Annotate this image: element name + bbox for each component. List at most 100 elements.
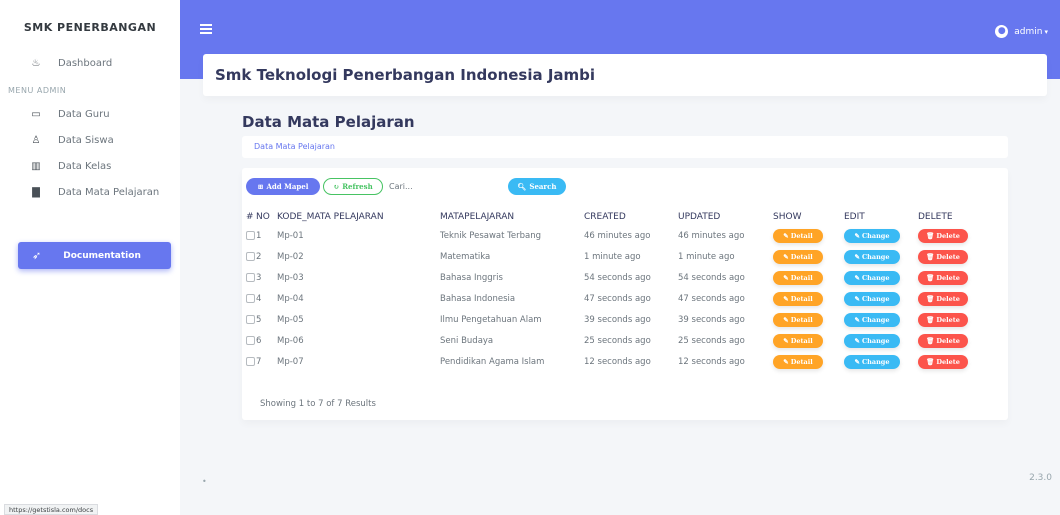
search-input[interactable] [385,178,502,195]
sidebar-item-label: Data Siswa [58,134,114,146]
delete-button[interactable]: 🗑︎ Delete [918,333,968,348]
cell-mapel: Matematika [440,251,491,262]
breadcrumb-item[interactable]: Data Mata Pelajaran [254,142,335,151]
detail-label: Detail [790,357,813,366]
fire-icon: ♨ [31,57,41,69]
brand-title[interactable]: SMK PENERBANGAN [0,0,180,55]
sidebar-item-data-mata-pelajaran[interactable]: ▇ Data Mata Pelajaran [0,179,180,205]
search-button[interactable]: 🔍︎ Search [508,178,566,195]
sidebar-item-data-kelas[interactable]: ▥ Data Kelas [0,153,180,179]
change-button[interactable]: ✎ Change [844,270,900,285]
sidebar-item-label: Data Guru [58,108,110,120]
trash-icon: 🗑︎ [926,336,935,345]
trash-icon: 🗑︎ [926,252,935,261]
cell-kode: Mp-02 [277,251,304,262]
cell-created: 1 minute ago [584,251,641,262]
sidebar-item-data-siswa[interactable]: ♙ Data Siswa [0,127,180,153]
row-checkbox[interactable] [246,335,255,345]
refresh-button[interactable]: ↻ Refresh [323,178,383,195]
cell-mapel: Seni Budaya [440,335,494,346]
change-button[interactable]: ✎ Change [844,312,900,327]
delete-label: Delete [936,315,960,324]
delete-button[interactable]: 🗑︎ Delete [918,228,968,243]
edit-icon: ✎ [783,315,789,324]
row-checkbox[interactable] [246,272,255,282]
detail-button[interactable]: ✎ Detail [773,354,823,369]
col-no: NO [256,211,270,222]
sidebar-item-label: Data Kelas [58,160,112,172]
col-show: SHOW [773,211,802,222]
change-button[interactable]: ✎ Change [844,228,900,243]
detail-button[interactable]: ✎ Detail [773,291,823,306]
table-row: 4 Mp-04 Bahasa Indonesia 47 seconds ago 47 s… [242,288,1008,309]
detail-button[interactable]: ✎ Detail [773,270,823,285]
cell-updated: 1 minute ago [678,251,735,262]
cell-created: 12 seconds ago [584,356,651,367]
version-label: 2.3.0 [1029,473,1052,483]
detail-button[interactable]: ✎ Detail [773,249,823,264]
delete-button[interactable]: 🗑︎ Delete [918,270,968,285]
user-menu[interactable]: ● admin ▾ [995,25,1048,38]
add-mapel-button[interactable]: ⊞ Add Mapel [246,178,320,195]
change-label: Change [861,273,890,282]
delete-button[interactable]: 🗑︎ Delete [918,249,968,264]
cell-created: 46 minutes ago [584,230,651,241]
edit-icon: ✎ [854,357,860,366]
status-bar-url: https://getstisla.com/docs [4,504,99,515]
edit-icon: ✎ [783,294,789,303]
mapel-table: # NO KODE_MATA PELAJARAN MATAPELAJARAN C… [242,208,1008,372]
change-label: Change [861,252,890,261]
delete-label: Delete [936,357,960,366]
cell-no: 2 [256,251,262,262]
col-hash: # [246,211,254,222]
cell-mapel: Pendidikan Agama Islam [440,356,545,367]
delete-button[interactable]: 🗑︎ Delete [918,291,968,306]
edit-icon: ✎ [854,273,860,282]
change-button[interactable]: ✎ Change [844,333,900,348]
delete-button[interactable]: 🗑︎ Delete [918,312,968,327]
cell-created: 54 seconds ago [584,272,651,283]
change-button[interactable]: ✎ Change [844,291,900,306]
row-checkbox[interactable] [246,314,255,324]
change-label: Change [861,294,890,303]
row-checkbox[interactable] [246,293,255,303]
plus-square-icon: ⊞ [257,182,264,191]
sidebar-item-label: Dashboard [58,57,113,69]
cell-no: 3 [256,272,262,283]
detail-button[interactable]: ✎ Detail [773,228,823,243]
page-title: Smk Teknologi Penerbangan Indonesia Jamb… [215,66,596,84]
col-updated: UPDATED [678,211,721,222]
row-checkbox[interactable] [246,251,255,261]
cell-updated: 47 seconds ago [678,293,745,304]
delete-button[interactable]: 🗑︎ Delete [918,354,968,369]
change-button[interactable]: ✎ Change [844,354,900,369]
detail-label: Detail [790,294,813,303]
documentation-button[interactable]: ➶ Documentation [18,242,171,269]
table-summary: Showing 1 to 7 of 7 Results [260,399,376,409]
cell-created: 39 seconds ago [584,314,651,325]
trash-icon: 🗑︎ [926,315,935,324]
edit-icon: ✎ [783,357,789,366]
detail-button[interactable]: ✎ Detail [773,333,823,348]
sidebar: SMK PENERBANGAN ♨ Dashboard MENU ADMIN ▭… [0,0,180,515]
id-card-icon: ▭ [31,108,41,120]
col-delete: DELETE [918,211,953,222]
cell-no: 6 [256,335,262,346]
menu-header: MENU ADMIN [8,86,67,95]
sidebar-item-data-guru[interactable]: ▭ Data Guru [0,101,180,127]
row-checkbox[interactable] [246,356,255,366]
row-checkbox[interactable] [246,230,255,240]
trash-icon: 🗑︎ [926,273,935,282]
change-button[interactable]: ✎ Change [844,249,900,264]
detail-button[interactable]: ✎ Detail [773,312,823,327]
detail-label: Detail [790,273,813,282]
menu-toggle-icon[interactable] [200,24,212,36]
cell-created: 47 seconds ago [584,293,651,304]
cell-no: 4 [256,293,262,304]
cell-updated: 39 seconds ago [678,314,745,325]
rocket-icon: ➶ [32,249,42,262]
cell-kode: Mp-01 [277,230,304,241]
cell-mapel: Teknik Pesawat Terbang [440,230,542,241]
delete-label: Delete [936,252,960,261]
edit-icon: ✎ [854,294,860,303]
